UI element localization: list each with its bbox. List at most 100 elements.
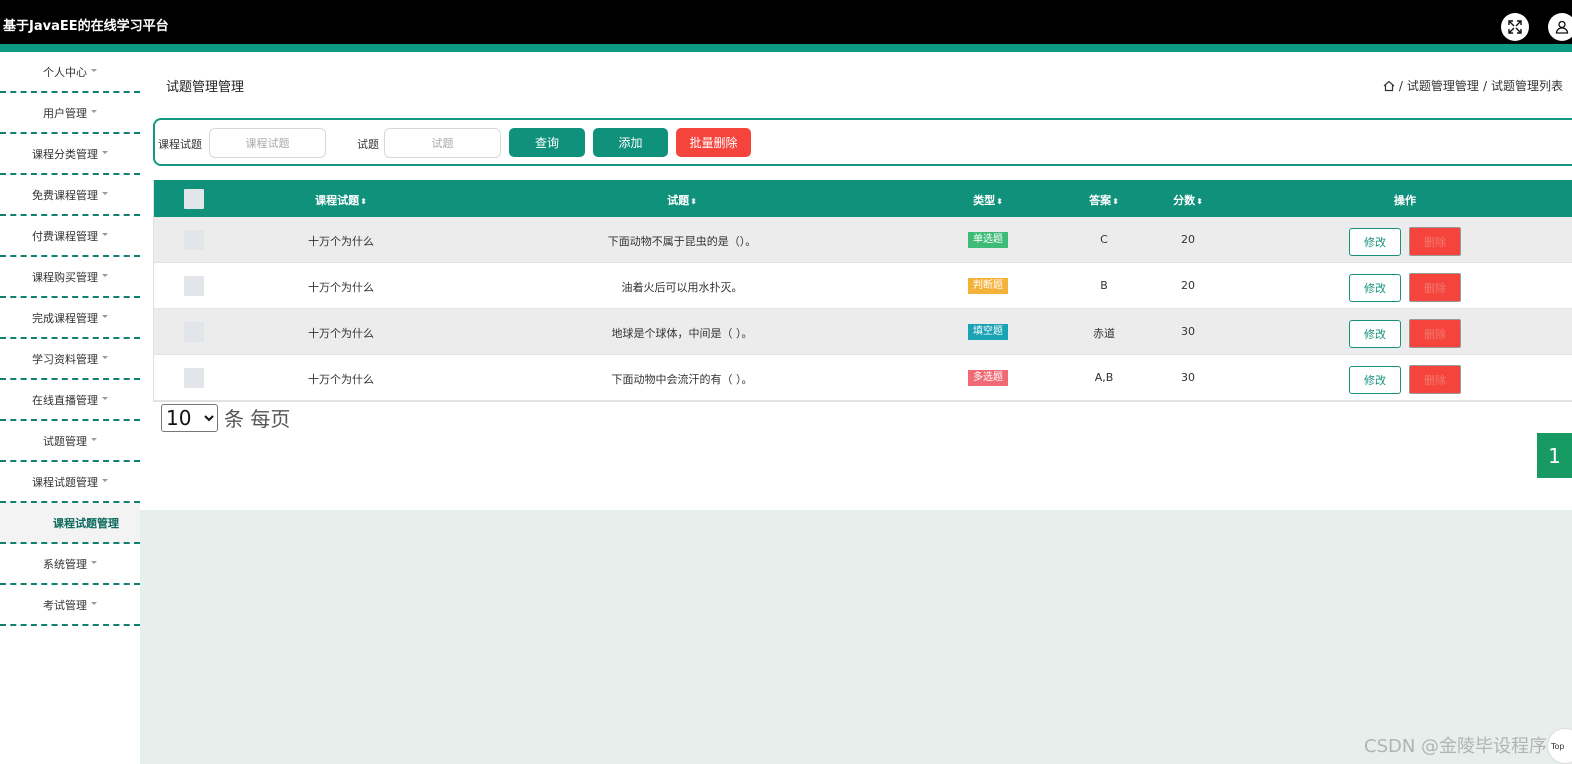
course-question-label: 课程试题 [158, 138, 202, 151]
sidebar-item-completed-courses[interactable]: 完成课程管理 [0, 298, 140, 339]
row-checkbox[interactable] [184, 368, 204, 388]
cell-answer: A,B [1094, 371, 1114, 384]
column-header-score[interactable]: 分数⬍ [1173, 192, 1203, 208]
sort-icon: ⬍ [1112, 197, 1119, 206]
caret-down-icon [102, 192, 108, 195]
cell-score: 20 [1181, 279, 1195, 292]
question-label: 试题 [357, 138, 379, 151]
sidebar-item-system[interactable]: 系统管理 [0, 544, 140, 585]
column-header-question[interactable]: 试题⬍ [667, 192, 697, 208]
query-button[interactable]: 查询 [509, 128, 585, 157]
delete-button[interactable]: 删除 [1409, 227, 1461, 256]
caret-down-icon [102, 356, 108, 359]
cell-question: 下面动物中会流汗的有（ ）。 [611, 373, 753, 386]
questions-table: 课程试题⬍ 试题⬍ 类型⬍ 答案⬍ 分数⬍ 操作 十万个为什么 下面动物不属于昆… [153, 180, 1572, 402]
caret-down-icon [102, 151, 108, 154]
row-checkbox[interactable] [184, 230, 204, 250]
cell-score: 30 [1181, 325, 1195, 338]
cell-course: 十万个为什么 [308, 235, 374, 248]
cell-answer: B [1100, 279, 1108, 292]
sort-icon: ⬍ [1196, 197, 1203, 206]
sort-icon: ⬍ [360, 197, 367, 206]
caret-down-icon [102, 274, 108, 277]
type-tag: 单选题 [968, 232, 1008, 248]
caret-down-icon [102, 397, 108, 400]
cell-question: 下面动物不属于昆虫的是（）。 [607, 235, 757, 248]
caret-down-icon [91, 438, 97, 441]
caret-down-icon [91, 110, 97, 113]
row-checkbox[interactable] [184, 276, 204, 296]
watermark: CSDN @金陵毕设程序 [1364, 736, 1548, 757]
type-tag: 填空题 [968, 324, 1008, 340]
delete-button[interactable]: 删除 [1409, 365, 1461, 394]
cell-score: 30 [1181, 371, 1195, 384]
edit-button[interactable]: 修改 [1349, 366, 1401, 394]
edit-button[interactable]: 修改 [1349, 320, 1401, 348]
user-icon [1555, 20, 1569, 34]
cell-question: 地球是个球体，中间是（ ）。 [611, 327, 753, 340]
per-page-label: 条 每页 [224, 407, 291, 431]
cell-course: 十万个为什么 [308, 373, 374, 386]
top-bar: 基于JavaEE的在线学习平台 [0, 0, 1572, 44]
sidebar-item-questions[interactable]: 试题管理 [0, 421, 140, 462]
question-input[interactable] [384, 128, 501, 158]
table-row: 十万个为什么 油着火后可以用水扑灭。 判断题 B 20 修改 删除 [154, 263, 1572, 309]
table-header: 课程试题⬍ 试题⬍ 类型⬍ 答案⬍ 分数⬍ 操作 [154, 180, 1572, 217]
caret-down-icon [102, 233, 108, 236]
pagination: 10 条 每页 [161, 403, 290, 432]
edit-button[interactable]: 修改 [1349, 228, 1401, 256]
sidebar-item-course-purchase[interactable]: 课程购买管理 [0, 257, 140, 298]
sidebar-subitem-course-questions[interactable]: 课程试题管理 [0, 503, 140, 544]
cell-answer: 赤道 [1093, 327, 1115, 340]
select-all-checkbox[interactable] [184, 189, 204, 209]
caret-down-icon [91, 602, 97, 605]
cell-answer: C [1100, 233, 1108, 246]
column-header-answer[interactable]: 答案⬍ [1089, 192, 1119, 208]
home-icon[interactable] [1383, 80, 1395, 92]
sidebar-item-course-questions[interactable]: 课程试题管理 [0, 462, 140, 503]
type-tag: 多选题 [968, 370, 1008, 386]
cell-score: 20 [1181, 233, 1195, 246]
user-button[interactable] [1548, 13, 1572, 41]
sidebar-item-study-materials[interactable]: 学习资料管理 [0, 339, 140, 380]
caret-down-icon [91, 561, 97, 564]
cell-question: 油着火后可以用水扑灭。 [621, 281, 743, 294]
course-question-input[interactable] [209, 128, 326, 158]
header-accent-bar [0, 44, 1572, 52]
caret-down-icon [102, 315, 108, 318]
sidebar-item-users[interactable]: 用户管理 [0, 93, 140, 134]
batch-delete-button[interactable]: 批量删除 [676, 128, 751, 157]
column-header-course[interactable]: 课程试题⬍ [315, 192, 367, 208]
caret-down-icon [91, 69, 97, 72]
sidebar-item-paid-courses[interactable]: 付费课程管理 [0, 216, 140, 257]
column-header-type[interactable]: 类型⬍ [973, 192, 1003, 208]
breadcrumb: / 试题管理管理 / 试题管理列表 [1383, 77, 1563, 94]
current-page-button[interactable]: 1 [1537, 433, 1572, 478]
fullscreen-button[interactable] [1501, 13, 1529, 41]
sidebar-item-exams[interactable]: 考试管理 [0, 585, 140, 626]
expand-icon [1508, 20, 1522, 34]
sidebar-item-free-courses[interactable]: 免费课程管理 [0, 175, 140, 216]
sidebar: 个人中心 用户管理 课程分类管理 免费课程管理 付费课程管理 课程购买管理 完成… [0, 52, 140, 764]
column-header-actions: 操作 [1394, 194, 1416, 207]
sidebar-item-personal-center[interactable]: 个人中心 [0, 52, 140, 93]
breadcrumb-item[interactable]: 试题管理管理 [1407, 77, 1479, 94]
sort-icon: ⬍ [996, 197, 1003, 206]
sort-icon: ⬍ [690, 197, 697, 206]
cell-course: 十万个为什么 [308, 281, 374, 294]
delete-button[interactable]: 删除 [1409, 319, 1461, 348]
table-row: 十万个为什么 地球是个球体，中间是（ ）。 填空题 赤道 30 修改 删除 [154, 309, 1572, 355]
caret-down-icon [102, 479, 108, 482]
delete-button[interactable]: 删除 [1409, 273, 1461, 302]
edit-button[interactable]: 修改 [1349, 274, 1401, 302]
sidebar-item-course-category[interactable]: 课程分类管理 [0, 134, 140, 175]
breadcrumb-item-current: 试题管理列表 [1490, 79, 1563, 93]
sidebar-item-live-streaming[interactable]: 在线直播管理 [0, 380, 140, 421]
page-title: 试题管理管理 [166, 80, 245, 95]
app-title: 基于JavaEE的在线学习平台 [3, 19, 169, 34]
table-row: 十万个为什么 下面动物中会流汗的有（ ）。 多选题 A,B 30 修改 删除 [154, 355, 1572, 401]
add-button[interactable]: 添加 [593, 128, 668, 157]
type-tag: 判断题 [968, 278, 1008, 294]
row-checkbox[interactable] [184, 322, 204, 342]
page-size-select[interactable]: 10 [161, 403, 218, 432]
